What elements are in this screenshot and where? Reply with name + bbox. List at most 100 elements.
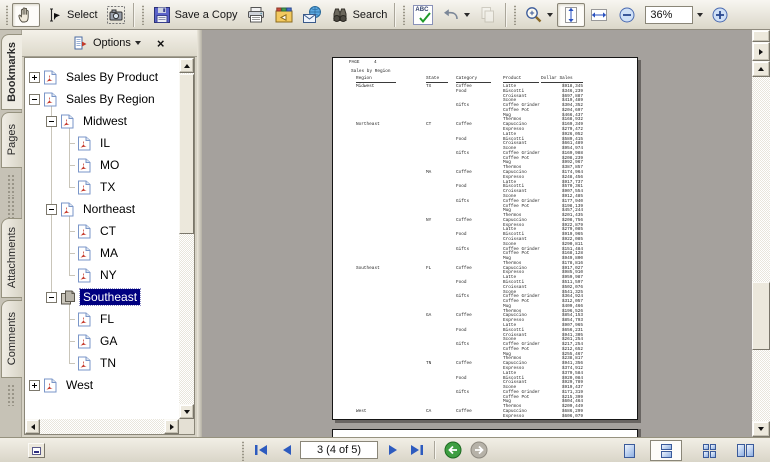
email-icon (302, 5, 322, 25)
copy-button[interactable] (474, 3, 502, 27)
bookmark-item-fl[interactable]: FL (25, 308, 179, 330)
fit-page-button[interactable] (557, 3, 585, 27)
tab-bookmarks[interactable]: Bookmarks (1, 34, 22, 110)
bookmark-item-tx[interactable]: TX (25, 176, 179, 198)
expand-plus-icon[interactable] (29, 72, 40, 83)
scrollbar-thumb[interactable] (752, 282, 770, 350)
bookmark-label[interactable]: Northeast (80, 201, 138, 217)
bookmark-item-mo[interactable]: MO (25, 154, 179, 176)
bookmark-label[interactable]: Southeast (80, 289, 140, 305)
scroll-up-button[interactable] (752, 61, 770, 77)
print-button[interactable] (242, 3, 270, 27)
tab-attachments[interactable]: Attachments (1, 218, 22, 298)
zoom-level-menu-button[interactable] (693, 6, 706, 24)
last-page-button[interactable] (406, 440, 428, 460)
bookmark-label[interactable]: MO (97, 157, 122, 173)
bookmark-label[interactable]: FL (97, 311, 117, 327)
bookmark-item-midwest[interactable]: Midwest (25, 110, 179, 132)
continuous-layout-button[interactable] (650, 440, 682, 461)
bookmark-label[interactable]: CT (97, 223, 119, 239)
scroll-left-button[interactable] (25, 419, 40, 434)
bookmarks-vertical-scrollbar[interactable] (179, 58, 194, 419)
bookmark-label[interactable]: Sales By Region (63, 91, 158, 107)
show-hide-pane-button[interactable] (752, 42, 770, 61)
collapse-minus-icon[interactable] (46, 292, 57, 303)
next-page-button[interactable] (382, 440, 404, 460)
bookmark-item-ma[interactable]: MA (25, 242, 179, 264)
expand-plus-icon[interactable] (29, 380, 40, 391)
tab-bookmarks-label: Bookmarks (6, 42, 18, 102)
statusbar-separator (434, 441, 436, 459)
bookmark-label[interactable]: MA (97, 245, 121, 261)
options-menu-button[interactable]: Options (93, 37, 131, 49)
scroll-down-button[interactable] (179, 404, 194, 419)
bookmark-item-sales-by-region[interactable]: Sales By Region (25, 88, 179, 110)
scroll-down-button[interactable] (752, 421, 770, 437)
undo-menu-caret-icon[interactable] (464, 13, 470, 17)
hand-icon (16, 5, 36, 25)
scroll-up-button[interactable] (179, 58, 194, 73)
save-a-copy-button[interactable]: Save a Copy (148, 3, 242, 27)
collapse-minus-icon[interactable] (29, 94, 40, 105)
bookmark-item-ny[interactable]: NY (25, 264, 179, 286)
zoom-tool-menu-caret-icon[interactable] (547, 13, 553, 17)
email-button[interactable] (298, 3, 326, 27)
toolbar-grip[interactable] (141, 5, 145, 25)
bookmark-item-northeast[interactable]: Northeast (25, 198, 179, 220)
document-vertical-scrollbar[interactable] (752, 30, 770, 437)
zoom-in-button[interactable] (706, 3, 734, 27)
bookmark-label[interactable]: Sales By Product (63, 69, 161, 85)
single-page-layout-button[interactable] (616, 440, 642, 461)
pdf-page[interactable]: PAGE4Sales by RegionRegionStateCategoryP… (332, 57, 638, 420)
statusbar-grip[interactable] (241, 441, 245, 461)
bookmark-item-tn[interactable]: TN (25, 352, 179, 374)
bookmark-item-sales-by-product[interactable]: Sales By Product (25, 66, 179, 88)
search-button[interactable]: Search (326, 3, 392, 27)
spellcheck-button[interactable]: ABC (409, 3, 437, 27)
undo-button[interactable] (437, 3, 474, 27)
previous-view-button[interactable] (442, 440, 464, 460)
bookmark-item-west[interactable]: West (25, 374, 179, 396)
bookmark-label[interactable]: GA (97, 333, 120, 349)
expand-current-bookmark-icon[interactable] (74, 36, 87, 50)
bookmark-item-ct[interactable]: CT (25, 220, 179, 242)
bookmark-label[interactable]: TN (97, 355, 119, 371)
first-page-button[interactable] (250, 440, 272, 460)
pdf-next-page-edge[interactable] (332, 429, 638, 437)
bookmark-item-il[interactable]: IL (25, 132, 179, 154)
continuous-facing-layout-button[interactable] (696, 440, 722, 461)
zoom-level-field[interactable]: 36% (645, 6, 693, 24)
hand-tool-button[interactable] (12, 3, 40, 27)
toolbar-grip[interactable] (402, 5, 406, 25)
page-number-field[interactable]: 3 (4 of 5) (300, 441, 378, 459)
previous-page-button[interactable] (276, 440, 298, 460)
toolbar-grip[interactable] (5, 5, 9, 25)
bookmark-label[interactable]: NY (97, 267, 120, 283)
bookmarks-horizontal-scrollbar[interactable] (25, 419, 179, 434)
bookmark-label[interactable]: West (63, 377, 96, 393)
scrollbar-thumb[interactable] (179, 74, 194, 234)
tab-pages[interactable]: Pages (1, 112, 22, 168)
tab-comments[interactable]: Comments (1, 300, 22, 378)
toolbar-grip[interactable] (513, 5, 517, 25)
zoom-out-button[interactable] (613, 3, 641, 27)
bookmark-item-southeast[interactable]: Southeast (25, 286, 179, 308)
bookmark-label[interactable]: Midwest (80, 113, 130, 129)
collapse-minus-icon[interactable] (46, 116, 57, 127)
document-area[interactable]: PAGE4Sales by RegionRegionStateCategoryP… (202, 30, 752, 437)
select-tool-button[interactable]: Select (40, 3, 102, 27)
options-caret-icon[interactable] (135, 41, 141, 45)
next-view-button[interactable] (468, 440, 490, 460)
pane-toggle-button[interactable] (28, 443, 45, 458)
scroll-right-button[interactable] (164, 419, 179, 434)
organizer-button[interactable] (270, 3, 298, 27)
snapshot-tool-button[interactable] (102, 3, 130, 27)
close-panel-button[interactable]: × (157, 37, 165, 50)
zoom-tool-button[interactable] (520, 3, 557, 27)
facing-layout-button[interactable] (730, 440, 760, 461)
collapse-minus-icon[interactable] (46, 204, 57, 215)
bookmark-label[interactable]: IL (97, 135, 113, 151)
bookmark-item-ga[interactable]: GA (25, 330, 179, 352)
fit-width-button[interactable] (585, 3, 613, 27)
bookmark-label[interactable]: TX (97, 179, 118, 195)
